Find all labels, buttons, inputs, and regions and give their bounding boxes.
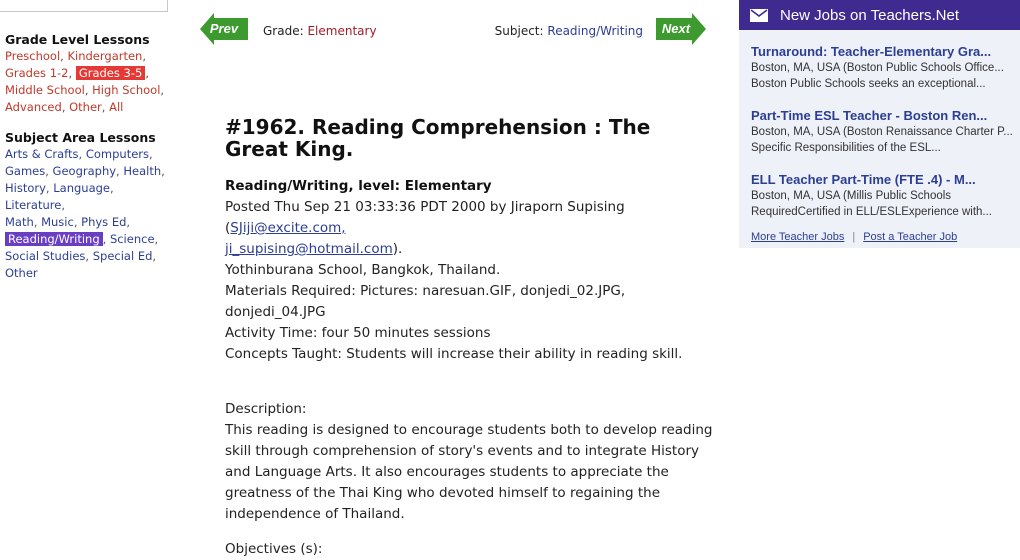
job-title-link[interactable]: Turnaround: Teacher-Elementary Gra... bbox=[751, 44, 1019, 60]
job-description: Boston Public Schools seeks an exception… bbox=[751, 78, 986, 90]
subject-area-heading: Subject Area Lessons bbox=[5, 130, 156, 145]
posted-suffix: ). bbox=[392, 241, 403, 257]
grade-link-advanced[interactable]: Advanced bbox=[5, 100, 62, 114]
next-label: Next bbox=[661, 21, 691, 36]
lesson-posted-line-2: ji_supising@hotmail.com). bbox=[225, 239, 720, 260]
grade-link-preschool[interactable]: Preschool bbox=[5, 49, 60, 63]
subject-link-math[interactable]: Math bbox=[5, 215, 34, 229]
description-line: and Language Arts. It also encourages st… bbox=[225, 464, 669, 480]
subject-link-health[interactable]: Health bbox=[123, 164, 161, 178]
lesson-level: Reading/Writing, level: Elementary bbox=[225, 178, 492, 194]
jobs-panel: New Jobs on Teachers.Net Turnaround: Tea… bbox=[739, 0, 1020, 248]
grade-indicator: Grade: Elementary bbox=[263, 24, 377, 38]
job-description: RequiredCertified in ELL/ESLExperience w… bbox=[751, 206, 992, 218]
jobs-header-title: New Jobs on Teachers.Net bbox=[780, 6, 959, 24]
subject-link-reading-writing[interactable]: Reading/Writing bbox=[5, 232, 103, 246]
job-title-link[interactable]: ELL Teacher Part-Time (FTE .4) - M... bbox=[751, 172, 1019, 188]
subject-area-list: Arts & Crafts, Computers, Games, Geograp… bbox=[5, 147, 165, 280]
subject-value-link[interactable]: Reading/Writing bbox=[547, 24, 643, 38]
jobs-footer: More Teacher Jobs | Post a Teacher Job bbox=[751, 231, 957, 243]
description-line: skill through comprehension of story's e… bbox=[225, 443, 699, 459]
more-teacher-jobs-link[interactable]: More Teacher Jobs bbox=[751, 231, 844, 243]
lesson-title: #1962. Reading Comprehension : The Great… bbox=[225, 115, 651, 161]
description-line: greatness of the Thai King who devoted h… bbox=[225, 485, 660, 501]
jobs-header[interactable]: New Jobs on Teachers.Net bbox=[739, 0, 1020, 30]
subject-link-special-ed[interactable]: Special Ed bbox=[93, 249, 153, 263]
subject-link-geography[interactable]: Geography bbox=[53, 164, 117, 178]
subject-link-science[interactable]: Science bbox=[110, 232, 155, 246]
lesson-posted-line: Posted Thu Sep 21 03:33:36 PDT 2000 by J… bbox=[225, 197, 720, 239]
grade-level-heading: Grade Level Lessons bbox=[5, 32, 150, 47]
job-location: Boston, MA, USA (Boston Renaissance Char… bbox=[751, 126, 1013, 138]
author-email-link-2[interactable]: ji_supising@hotmail.com bbox=[225, 241, 393, 257]
subject-link-music[interactable]: Music bbox=[41, 215, 74, 229]
objectives-label: Objectives (s): bbox=[225, 541, 323, 557]
job-description: Specific Responsibilities of the ESL... bbox=[751, 142, 941, 154]
grade-link-all[interactable]: All bbox=[109, 100, 123, 114]
subject-indicator: Subject: Reading/Writing bbox=[495, 24, 643, 38]
description-line: independence of Thailand. bbox=[225, 506, 405, 522]
grade-level-list: Preschool, Kindergarten, Grades 1-2, Gra… bbox=[5, 49, 165, 114]
subject-link-history[interactable]: History bbox=[5, 181, 46, 195]
lesson-activity-time: Activity Time: four 50 minutes sessions bbox=[225, 325, 491, 341]
subject-link-games[interactable]: Games bbox=[5, 164, 45, 178]
grade-link-other[interactable]: Other bbox=[69, 100, 102, 114]
grade-prefix: Grade: bbox=[263, 24, 304, 38]
grade-link-grades-3-5[interactable]: Grades 3-5 bbox=[75, 66, 146, 80]
lesson-school: Yothinburana School, Bangkok, Thailand. bbox=[225, 262, 501, 278]
next-button[interactable]: Next bbox=[656, 12, 706, 46]
grade-value-link[interactable]: Elementary bbox=[307, 24, 376, 38]
subject-link-phys-ed[interactable]: Phys Ed bbox=[81, 215, 126, 229]
grade-link-middle-school[interactable]: Middle School bbox=[5, 83, 85, 97]
description-label: Description: bbox=[225, 401, 307, 417]
job-listing[interactable]: Part-Time ESL Teacher - Boston Ren... Bo… bbox=[751, 108, 1019, 156]
lesson-materials: Materials Required: Pictures: naresuan.G… bbox=[225, 283, 626, 320]
subject-link-language[interactable]: Language bbox=[53, 181, 110, 195]
job-location: Boston, MA, USA (Boston Public Schools O… bbox=[751, 62, 1004, 74]
lesson-meta: Reading/Writing, level: Elementary Poste… bbox=[225, 176, 720, 365]
subject-link-arts-crafts[interactable]: Arts & Crafts bbox=[5, 147, 79, 161]
footer-divider: | bbox=[852, 231, 856, 243]
lesson-article: #1962. Reading Comprehension : The Great… bbox=[225, 116, 720, 560]
post-teacher-job-link[interactable]: Post a Teacher Job bbox=[863, 231, 957, 243]
job-listing[interactable]: ELL Teacher Part-Time (FTE .4) - M... Bo… bbox=[751, 172, 1019, 220]
prev-label: Prev bbox=[209, 21, 239, 36]
subject-link-literature[interactable]: Literature bbox=[5, 198, 61, 212]
envelope-icon bbox=[750, 8, 768, 22]
grade-link-grades-1-2[interactable]: Grades 1-2 bbox=[5, 66, 69, 80]
subject-prefix: Subject: bbox=[494, 24, 544, 38]
grade-link-high-school[interactable]: High School bbox=[92, 83, 160, 97]
job-listing[interactable]: Turnaround: Teacher-Elementary Gra... Bo… bbox=[751, 44, 1019, 92]
left-sidebar: Grade Level Lessons Preschool, Kindergar… bbox=[5, 32, 170, 296]
prev-button[interactable]: Prev bbox=[200, 12, 248, 46]
subject-link-computers[interactable]: Computers bbox=[86, 147, 149, 161]
lesson-description: Description: This reading is designed to… bbox=[225, 399, 720, 525]
search-box-edge bbox=[0, 0, 168, 12]
grade-link-kindergarten[interactable]: Kindergarten bbox=[67, 49, 142, 63]
subject-link-other[interactable]: Other bbox=[5, 266, 38, 280]
job-title-link[interactable]: Part-Time ESL Teacher - Boston Ren... bbox=[751, 108, 1019, 124]
lesson-concepts: Concepts Taught: Students will increase … bbox=[225, 346, 683, 362]
description-line: This reading is designed to encourage st… bbox=[225, 422, 713, 438]
author-email-link-1[interactable]: SJiji@excite.com, bbox=[230, 220, 345, 236]
subject-link-social-studies[interactable]: Social Studies bbox=[5, 249, 85, 263]
job-location: Boston, MA, USA (Millis Public Schools bbox=[751, 190, 952, 202]
